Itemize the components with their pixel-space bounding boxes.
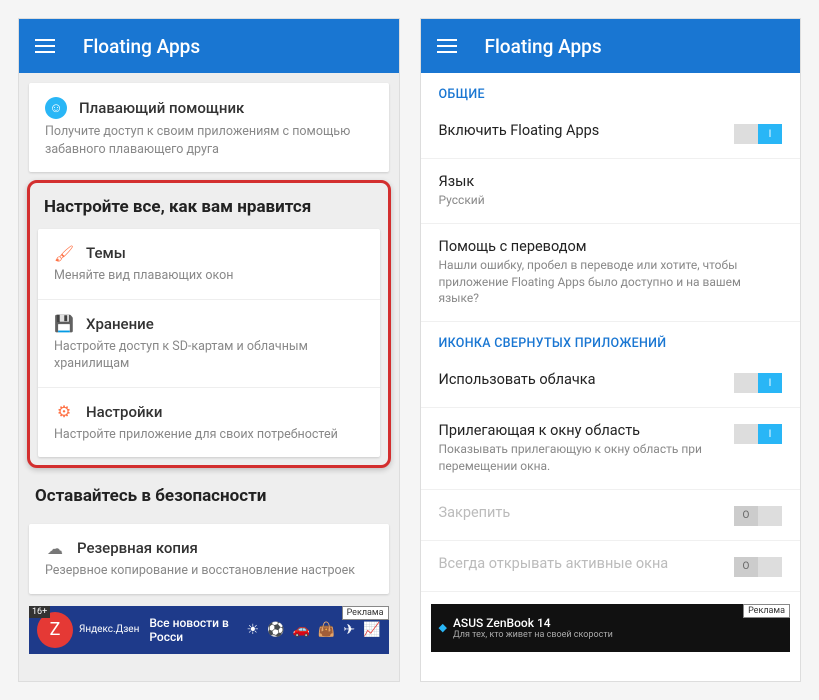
themes-desc: Меняйте вид плавающих окон [54, 267, 364, 285]
backup-desc: Резервное копирование и восстановление н… [45, 562, 373, 580]
settings-desc: Настройте приложение для своих потребнос… [54, 426, 364, 444]
settings-item[interactable]: ⚙ Настройки Настройте приложение для сво… [38, 388, 380, 458]
storage-title: Хранение [86, 315, 154, 333]
themes-title: Темы [86, 244, 126, 262]
settings-scroll[interactable]: ОБЩИЕ Включить Floating Apps I Язык Русс… [421, 73, 801, 681]
gear-icon: ⚙ [54, 402, 74, 422]
action-bar: Floating Apps [19, 19, 399, 73]
bubbles-item[interactable]: Использовать облачка I [421, 357, 801, 408]
adjacent-title: Прилегающая к окну область [439, 422, 723, 439]
language-item[interactable]: Язык Русский [421, 159, 801, 224]
translate-desc: Нашли ошибку, пробел в переводе или хоти… [439, 257, 783, 307]
intel-icon: ◆ [439, 621, 447, 634]
menu-icon[interactable] [35, 39, 55, 53]
enable-toggle[interactable]: I [734, 124, 782, 144]
ad-text: Все новости в Росси [149, 616, 246, 644]
phone-right: Floating Apps ОБЩИЕ Включить Floating Ap… [420, 18, 802, 682]
language-value: Русский [439, 192, 783, 209]
adjacent-toggle[interactable]: I [734, 424, 782, 444]
safety-section-title: Оставайтесь в безопасности [19, 468, 399, 514]
storage-item[interactable]: 💾 Хранение Настройте доступ к SD-картам … [38, 300, 380, 388]
ad-banner-zen[interactable]: 16+ Z Яндекс.Дзен Все новости в Росси Ре… [29, 606, 389, 654]
ad-asus-sub: Для тех, кто живет на своей скорости [453, 630, 613, 640]
storage-desc: Настройте доступ к SD-картам и облачным … [54, 338, 364, 373]
main-scroll[interactable]: ☺ Плавающий помощник Получите доступ к с… [19, 73, 399, 681]
always-open-toggle[interactable]: O [734, 557, 782, 577]
menu-icon[interactable] [437, 39, 457, 53]
smiley-icon: ☺ [45, 97, 67, 119]
always-open-item[interactable]: Всегда открывать активные окна O [421, 541, 801, 592]
translate-title: Помощь с переводом [439, 238, 783, 255]
ad-age-tag: 16+ [29, 606, 50, 618]
customize-highlight: Настройте все, как вам нравится 🖌 Темы М… [27, 180, 391, 468]
ad-banner-asus[interactable]: ◆ ASUS ZenBook 14 Для тех, кто живет на … [431, 604, 791, 652]
ad-tag: Реклама [342, 606, 389, 620]
action-bar: Floating Apps [421, 19, 801, 73]
app-title: Floating Apps [485, 35, 602, 58]
ad-icons-row: ☀⚽🚗👜✈📈 [246, 622, 380, 638]
backup-card[interactable]: ☁ Резервная копия Резервное копирование … [29, 524, 389, 594]
enable-item[interactable]: Включить Floating Apps I [421, 108, 801, 159]
cloud-icon: ☁ [45, 538, 65, 558]
brush-icon: 🖌 [54, 243, 74, 263]
enable-title: Включить Floating Apps [439, 122, 723, 139]
backup-title: Резервная копия [77, 539, 198, 557]
settings-title: Настройки [86, 403, 162, 421]
ad-zen-label: Яндекс.Дзен [79, 624, 139, 635]
helper-desc: Получите доступ к своим приложениям с по… [45, 123, 373, 158]
bubbles-title: Использовать облачка [439, 371, 723, 388]
always-open-title: Всегда открывать активные окна [439, 555, 723, 572]
app-title: Floating Apps [83, 35, 200, 58]
section-general: ОБЩИЕ [421, 73, 801, 108]
ad-tag: Реклама [743, 604, 790, 618]
customize-section-title: Настройте все, как вам нравится [30, 183, 388, 223]
adjacent-item[interactable]: Прилегающая к окну область Показывать пр… [421, 408, 801, 490]
helper-title: Плавающий помощник [79, 99, 244, 117]
save-icon: 💾 [54, 314, 74, 334]
customize-card: 🖌 Темы Меняйте вид плавающих окон 💾 Хран… [38, 229, 380, 457]
translate-item[interactable]: Помощь с переводом Нашли ошибку, пробел … [421, 224, 801, 322]
section-icon: ИКОНКА СВЕРНУТЫХ ПРИЛОЖЕНИЙ [421, 322, 801, 357]
pin-item[interactable]: Закрепить O [421, 490, 801, 541]
themes-item[interactable]: 🖌 Темы Меняйте вид плавающих окон [38, 229, 380, 300]
adjacent-desc: Показывать прилегающую к окну область пр… [439, 441, 723, 475]
pin-toggle[interactable]: O [734, 506, 782, 526]
helper-card[interactable]: ☺ Плавающий помощник Получите доступ к с… [29, 83, 389, 172]
bubbles-toggle[interactable]: I [734, 373, 782, 393]
pin-title: Закрепить [439, 504, 723, 521]
ad-asus-text: ASUS ZenBook 14 [453, 616, 613, 630]
phone-left: Floating Apps ☺ Плавающий помощник Получ… [18, 18, 400, 682]
language-title: Язык [439, 173, 783, 190]
